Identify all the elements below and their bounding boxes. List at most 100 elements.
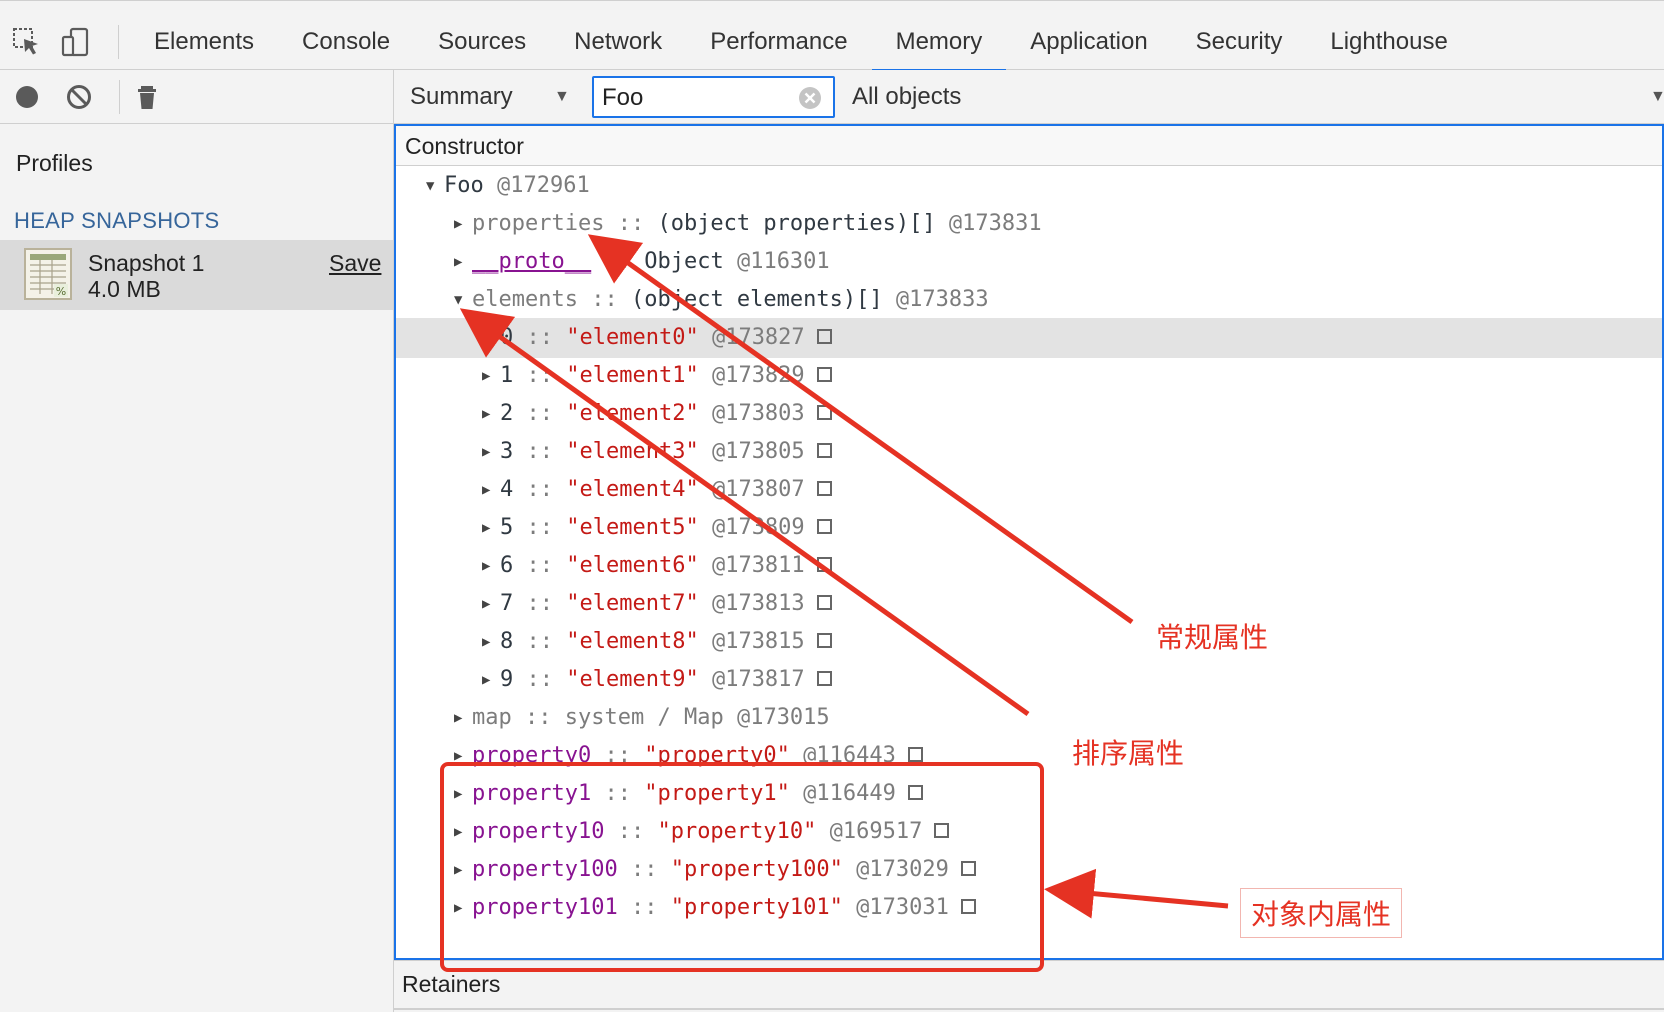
property-row[interactable]: ▶ property1 :: "property1" @116449	[396, 774, 1662, 814]
collapsed-triangle-icon[interactable]: ▶	[482, 622, 500, 662]
class-filter-field[interactable]	[592, 76, 835, 118]
reveal-square-icon[interactable]	[816, 404, 832, 420]
class-filter-input[interactable]	[602, 83, 792, 113]
snapshot-item[interactable]: % Snapshot 1 4.0 MB Save	[0, 240, 393, 310]
property-row[interactable]: ▶ property100 :: "property100" @173029	[396, 850, 1662, 890]
record-icon[interactable]	[12, 82, 42, 112]
collapsed-triangle-icon[interactable]: ▶	[482, 356, 500, 396]
tab-elements[interactable]: Elements	[130, 1, 278, 71]
tab-application[interactable]: Application	[1006, 1, 1171, 71]
constructor-column-header[interactable]: Constructor	[396, 126, 1662, 166]
tree-row[interactable]: ▼ elements :: (object elements)[] @173833	[396, 280, 1662, 320]
objects-filter-select[interactable]: All objects ▼	[852, 78, 1664, 116]
reveal-square-icon[interactable]	[816, 328, 832, 344]
element-row[interactable]: ▶ 2 :: "element2" @173803	[396, 394, 1662, 434]
collapsed-triangle-icon[interactable]: ▶	[454, 850, 472, 890]
collapsed-triangle-icon[interactable]: ▶	[482, 394, 500, 434]
element-row[interactable]: ▶ 5 :: "element5" @173809	[396, 508, 1662, 548]
collapsed-triangle-icon[interactable]: ▶	[482, 432, 500, 472]
edge-separator: ::	[604, 781, 631, 806]
element-index: 2	[500, 401, 514, 426]
retainers-panel-header[interactable]: Retainers	[394, 960, 1664, 1012]
devtools-tab-bar: Elements Console Sources Network Perform…	[0, 0, 1664, 72]
reveal-square-icon[interactable]	[960, 898, 976, 914]
collapsed-triangle-icon[interactable]: ▶	[482, 546, 500, 586]
element-row[interactable]: ▶ 7 :: "element7" @173813	[396, 584, 1662, 624]
node-id: @169517	[829, 819, 923, 844]
tab-network[interactable]: Network	[550, 1, 686, 71]
clear-input-icon[interactable]	[797, 85, 823, 111]
save-snapshot-link[interactable]: Save	[329, 250, 381, 277]
node-id: @116449	[803, 781, 896, 806]
heap-tree: ▼ Foo @172961 ▶ properties :: (object prop…	[396, 166, 1662, 958]
profiles-title: Profiles	[16, 150, 93, 176]
tab-lighthouse[interactable]: Lighthouse	[1306, 1, 1471, 71]
reveal-square-icon[interactable]	[907, 746, 923, 762]
tree-row[interactable]: ▶ properties :: (object properties)[] @17…	[396, 204, 1662, 244]
element-row[interactable]: ▶ 1 :: "element1" @173829	[396, 356, 1662, 396]
reveal-square-icon[interactable]	[816, 366, 832, 382]
clear-all-profiles-icon[interactable]	[64, 82, 94, 112]
collapsed-triangle-icon[interactable]: ▶	[454, 242, 472, 282]
property-row[interactable]: ▶ property0 :: "property0" @116443	[396, 736, 1662, 776]
collapsed-triangle-icon[interactable]: ▶	[454, 888, 472, 928]
element-row[interactable]: ▶ 9 :: "element9" @173817	[396, 660, 1662, 700]
property-key: property1	[472, 781, 592, 806]
element-index: 9	[500, 667, 514, 692]
collapsed-triangle-icon[interactable]: ▶	[482, 660, 500, 700]
collapsed-triangle-icon[interactable]: ▶	[454, 736, 472, 776]
collapsed-triangle-icon[interactable]: ▶	[482, 584, 500, 624]
reveal-square-icon[interactable]	[960, 860, 976, 876]
edge-separator: ::	[526, 629, 554, 654]
inspect-element-icon[interactable]	[12, 27, 42, 57]
collapsed-triangle-icon[interactable]: ▶	[454, 774, 472, 814]
element-row[interactable]: ▶ 3 :: "element3" @173805	[396, 432, 1662, 472]
reveal-square-icon[interactable]	[934, 822, 950, 838]
tab-console[interactable]: Console	[278, 1, 414, 71]
reveal-square-icon[interactable]	[816, 632, 832, 648]
property-row[interactable]: ▶ property10 :: "property10" @169517	[396, 812, 1662, 852]
node-id: @173817	[711, 667, 805, 692]
collapsed-triangle-icon[interactable]: ▶	[454, 698, 472, 738]
property-row[interactable]: ▶ property101 :: "property101" @173031	[396, 888, 1662, 928]
element-row[interactable]: ▶ 4 :: "element4" @173807	[396, 470, 1662, 510]
collect-garbage-icon[interactable]	[132, 82, 162, 112]
device-toolbar-icon[interactable]	[60, 27, 90, 57]
tree-row-root[interactable]: ▼ Foo @172961	[396, 166, 1662, 206]
expanded-triangle-icon[interactable]: ▼	[426, 166, 444, 206]
element-value: "element8"	[566, 629, 699, 654]
view-select[interactable]: Summary ▼	[410, 78, 580, 116]
reveal-square-icon[interactable]	[907, 784, 923, 800]
tree-row[interactable]: ▶ map :: system / Map @173015	[396, 698, 1662, 738]
element-row[interactable]: ▶ 8 :: "element8" @173815	[396, 622, 1662, 662]
reveal-square-icon[interactable]	[816, 670, 832, 686]
edge-separator: ::	[526, 401, 554, 426]
reveal-square-icon[interactable]	[816, 556, 832, 572]
snapshot-toolbar: Summary ▼ All objects ▼	[394, 70, 1664, 124]
collapsed-triangle-icon[interactable]: ▶	[482, 318, 500, 358]
tab-performance[interactable]: Performance	[686, 1, 871, 71]
element-row[interactable]: ▶ 0 :: "element0" @173827	[396, 318, 1662, 358]
tab-memory[interactable]: Memory	[871, 1, 1007, 72]
tab-security[interactable]: Security	[1172, 1, 1307, 71]
snapshot-name: Snapshot 1	[88, 250, 205, 276]
node-id: @173029	[856, 857, 949, 882]
element-row[interactable]: ▶ 6 :: "element6" @173811	[396, 546, 1662, 586]
reveal-square-icon[interactable]	[816, 594, 832, 610]
reveal-square-icon[interactable]	[816, 480, 832, 496]
tree-row[interactable]: ▶ __proto__ :: Object @116301	[396, 242, 1662, 282]
reveal-square-icon[interactable]	[816, 518, 832, 534]
collapsed-triangle-icon[interactable]: ▶	[482, 470, 500, 510]
expanded-triangle-icon[interactable]: ▼	[454, 280, 472, 320]
dropdown-arrow-icon: ▼	[554, 88, 570, 105]
reveal-square-icon[interactable]	[816, 442, 832, 458]
element-index: 4	[500, 477, 514, 502]
edge-separator: ::	[526, 515, 554, 540]
collapsed-triangle-icon[interactable]: ▶	[454, 812, 472, 852]
collapsed-triangle-icon[interactable]: ▶	[454, 204, 472, 244]
tab-sources[interactable]: Sources	[414, 1, 550, 71]
collapsed-triangle-icon[interactable]: ▶	[482, 508, 500, 548]
annotation-label-sorted: 排序属性	[1072, 737, 1185, 770]
toolbar-divider	[119, 80, 120, 114]
property-key: property101	[472, 895, 618, 920]
